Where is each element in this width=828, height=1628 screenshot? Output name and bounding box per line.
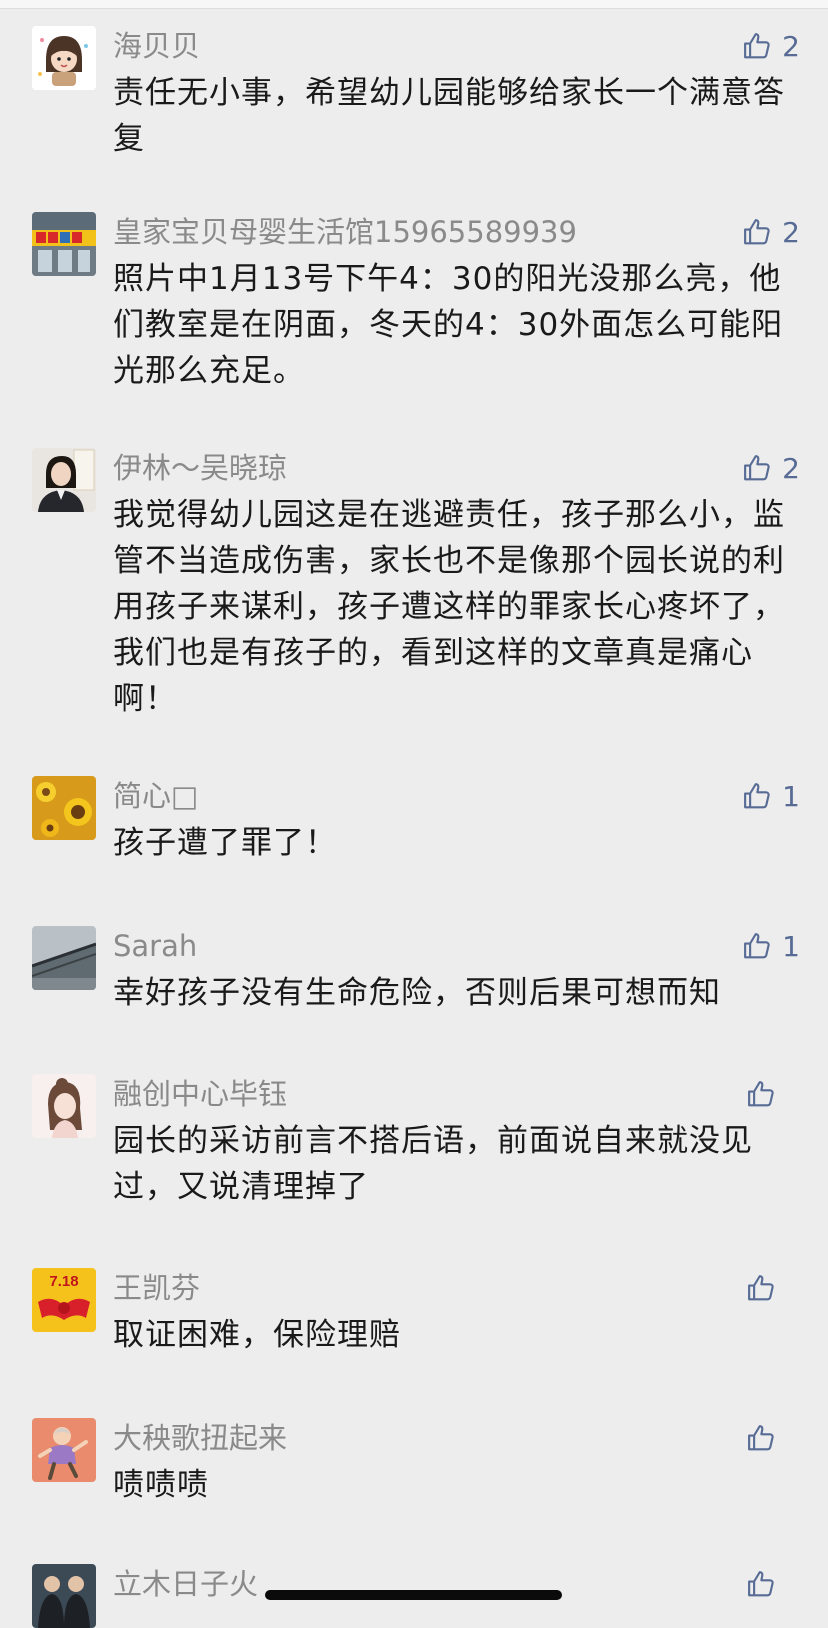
- like-button[interactable]: [746, 1566, 800, 1602]
- thumbs-up-icon: [748, 1081, 774, 1107]
- top-divider: [0, 0, 828, 9]
- comment-author[interactable]: 融创中心毕钰: [113, 1074, 287, 1114]
- comment-author[interactable]: Sarah: [113, 926, 197, 966]
- avatar[interactable]: 7.18: [32, 1268, 96, 1332]
- like-button[interactable]: 2: [742, 450, 800, 486]
- avatar[interactable]: [32, 448, 96, 512]
- home-indicator[interactable]: [265, 1590, 562, 1600]
- thumbs-up-icon: [744, 219, 770, 245]
- avatar[interactable]: [32, 212, 96, 276]
- illustrated-girl-avatar: [32, 1074, 96, 1138]
- comment-author[interactable]: 伊林～吴晓琼: [113, 448, 287, 488]
- like-count: 1: [782, 779, 800, 813]
- comment-author[interactable]: 立木日子火: [113, 1564, 258, 1604]
- thumbs-up-icon: [744, 933, 770, 959]
- like-button[interactable]: [746, 1076, 800, 1112]
- comment-text: 我觉得幼儿园这是在逃避责任，孩子那么小，监管不当造成伤害，家长也不是像那个园长说…: [113, 497, 785, 717]
- avatar[interactable]: [32, 1074, 96, 1138]
- thumbs-up-icon: [744, 33, 770, 59]
- comment-author[interactable]: 简心□: [113, 776, 198, 816]
- two-men-photo-avatar: [32, 1564, 96, 1628]
- like-count: 2: [782, 215, 800, 249]
- comment-author[interactable]: 王凯芬: [113, 1268, 200, 1308]
- comment-text: 取证困难，保险理赔: [113, 1317, 401, 1353]
- comment-author[interactable]: 海贝贝: [113, 26, 200, 66]
- avatar[interactable]: [32, 26, 96, 90]
- avatar[interactable]: [32, 776, 96, 840]
- like-count: 2: [782, 451, 800, 485]
- like-button[interactable]: 1: [742, 778, 800, 814]
- comment-author[interactable]: 皇家宝贝母婴生活馆15965589939: [113, 212, 577, 252]
- comment-text: 孩子遭了罪了！: [113, 825, 337, 861]
- like-button[interactable]: 2: [742, 28, 800, 64]
- like-button[interactable]: 1: [742, 928, 800, 964]
- comment-text: 责任无小事，希望幼儿园能够给家长一个满意答复: [113, 75, 785, 157]
- shopfront-avatar: [32, 212, 96, 276]
- sunflower-avatar: [32, 776, 96, 840]
- cartoon-girl-avatar: [32, 26, 96, 90]
- 718-ribbon-avatar: 7.18: [32, 1268, 96, 1332]
- comment-author[interactable]: 大秧歌扭起来: [113, 1418, 287, 1458]
- comment-text: 园长的采访前言不搭后语，前面说自来就没见过，又说清理掉了: [113, 1123, 753, 1205]
- dancing-grandma-avatar: [32, 1418, 96, 1482]
- comment-text: 幸好孩子没有生命危险，否则后果可想而知: [113, 975, 721, 1011]
- thumbs-up-icon: [744, 783, 770, 809]
- like-count: 2: [782, 29, 800, 63]
- thumbs-up-icon: [748, 1425, 774, 1451]
- thumbs-up-icon: [748, 1275, 774, 1301]
- bridge-photo-avatar: [32, 926, 96, 990]
- avatar[interactable]: [32, 1418, 96, 1482]
- like-button[interactable]: [746, 1420, 800, 1456]
- thumbs-up-icon: [744, 455, 770, 481]
- woman-photo-avatar: [32, 448, 96, 512]
- like-button[interactable]: 2: [742, 214, 800, 250]
- avatar[interactable]: [32, 926, 96, 990]
- like-button[interactable]: [746, 1270, 800, 1306]
- comment-text: 照片中1月13号下午4：30的阳光没那么亮，他们教室是在阴面，冬天的4：30外面…: [113, 261, 784, 389]
- ribbon-date-text: 7.18: [49, 1273, 78, 1290]
- thumbs-up-icon: [748, 1571, 774, 1597]
- comment-text: 啧啧啧: [113, 1467, 209, 1503]
- like-count: 1: [782, 929, 800, 963]
- avatar[interactable]: [32, 1564, 96, 1628]
